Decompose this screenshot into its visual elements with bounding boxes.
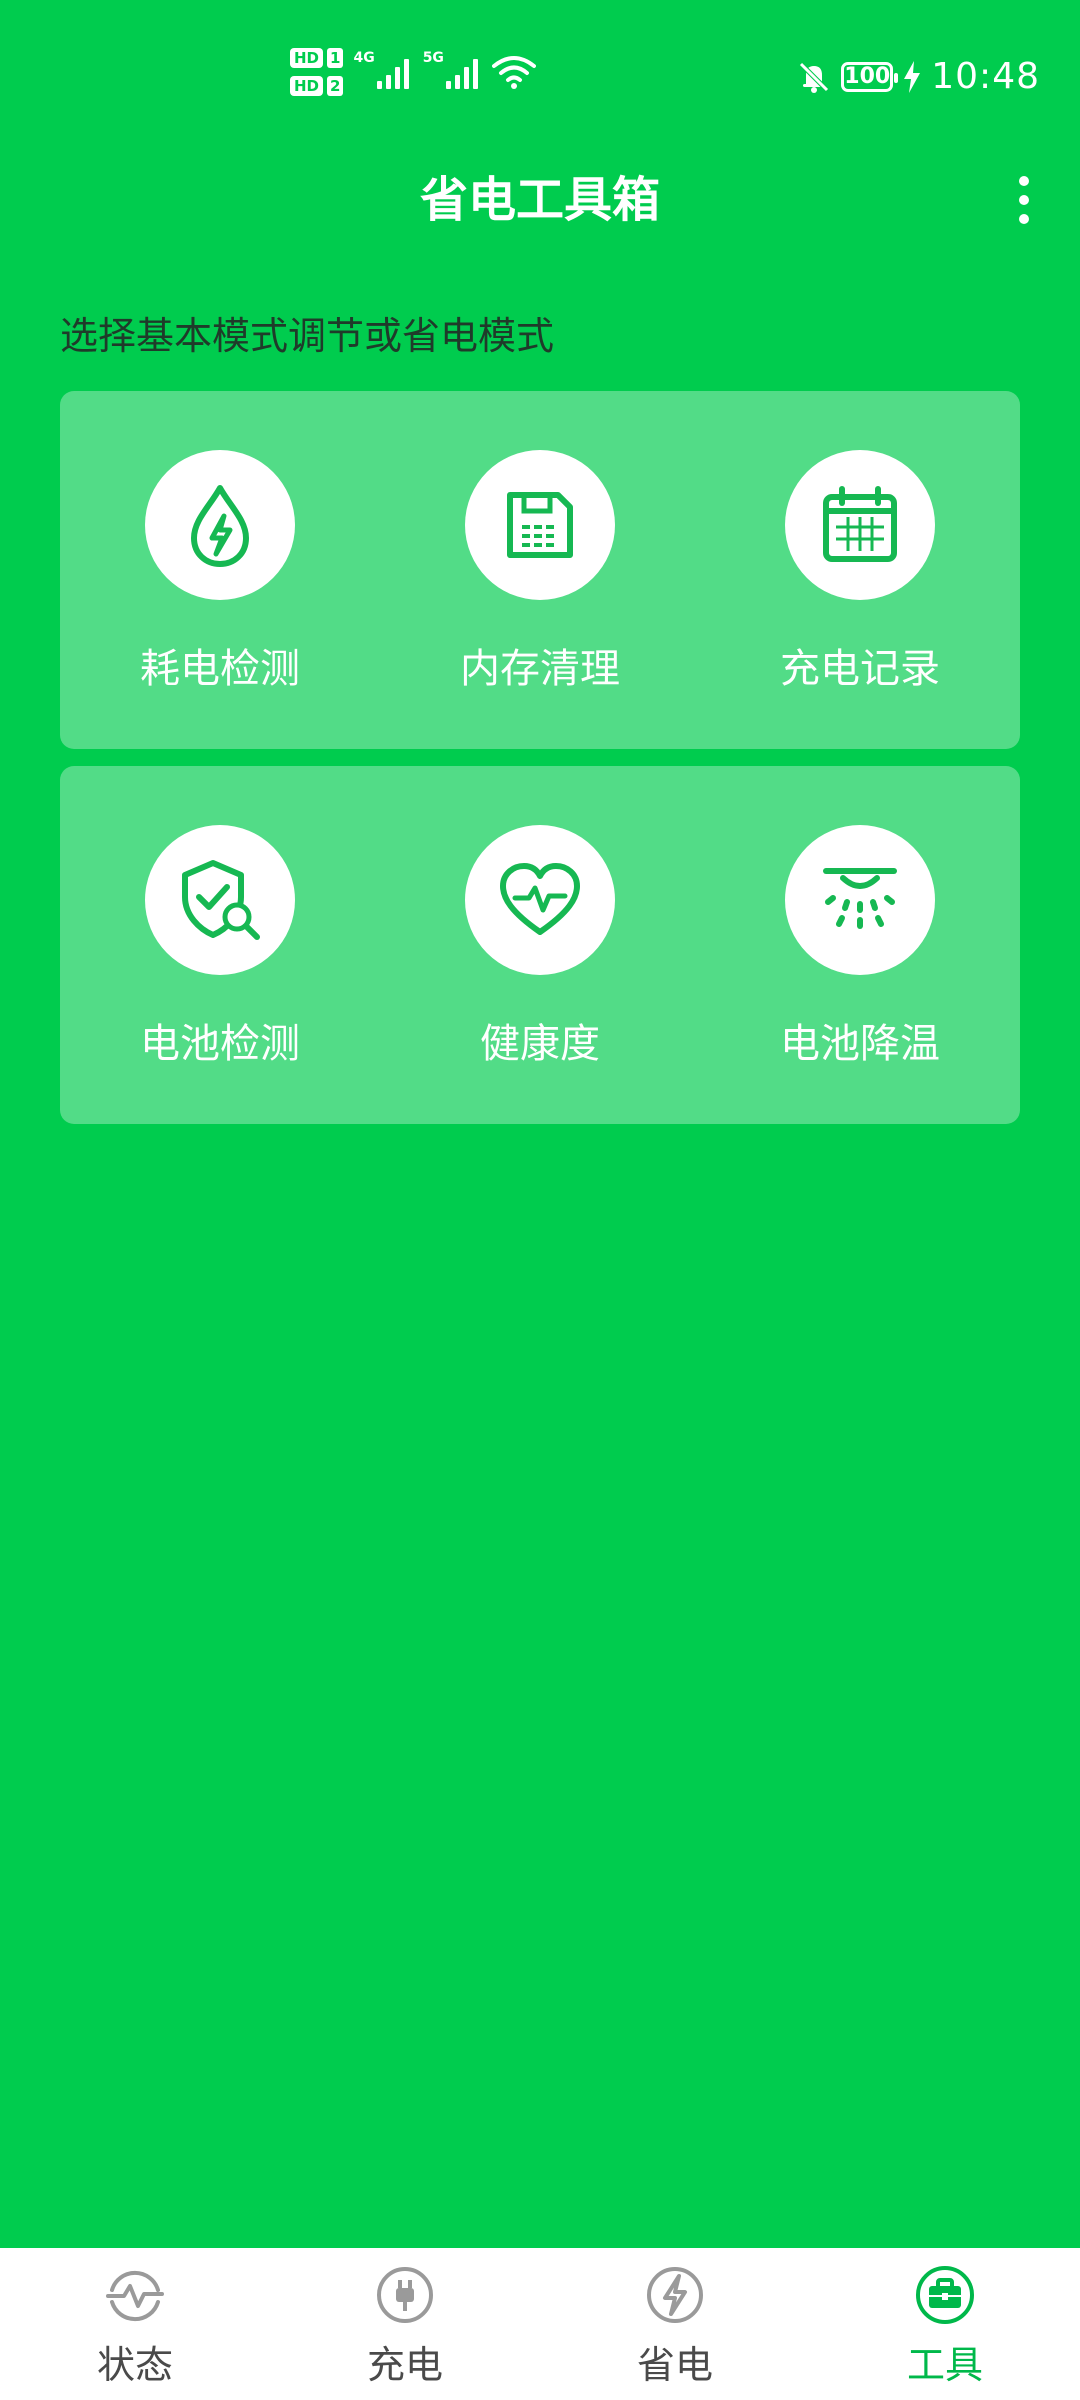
tool-label: 内存清理	[460, 646, 620, 692]
tool-label: 健康度	[480, 1021, 600, 1067]
nav-item-power-saving[interactable]: 省电	[540, 2248, 810, 2400]
tool-card-row-2: 电池检测 健康度 电池降温	[60, 766, 1020, 1124]
tool-label: 电池降温	[780, 1021, 940, 1067]
battery-icon: 100	[841, 61, 899, 92]
nav-item-charge[interactable]: 充电	[270, 2248, 540, 2400]
tool-label: 电池检测	[140, 1021, 300, 1067]
pulse-icon	[104, 2264, 166, 2326]
page-title: 省电工具箱	[419, 172, 660, 228]
tool-card-row-1: 耗电检测 内存清理 充电记录	[60, 391, 1020, 749]
toolbox-icon	[914, 2264, 976, 2326]
status-bar: HD 1 HD 2 4G 5G 100 10:48	[0, 0, 1080, 160]
dot	[1019, 214, 1029, 224]
system-status: 100 10:48	[797, 56, 1040, 97]
network-status: HD 1 HD 2 4G 5G	[290, 48, 536, 96]
tool-power-consumption-check[interactable]: 耗电检测	[60, 391, 380, 749]
network-type: 4G	[353, 50, 375, 66]
more-options-button[interactable]	[1002, 170, 1046, 230]
nav-item-status[interactable]: 状态	[0, 2248, 270, 2400]
plug-icon	[374, 2264, 436, 2326]
wifi-icon	[491, 56, 536, 89]
tool-memory-cleanup[interactable]: 内存清理	[380, 391, 700, 749]
hd-badge: HD	[290, 76, 324, 96]
tool-health[interactable]: 健康度	[380, 766, 700, 1124]
battery-level: 100	[844, 64, 891, 89]
calendar-icon	[785, 450, 935, 600]
clock: 10:48	[931, 56, 1040, 97]
tool-charging-history[interactable]: 充电记录	[700, 391, 1020, 749]
mute-bell-icon	[799, 61, 830, 93]
network-type: 5G	[422, 50, 444, 66]
signal-icon	[445, 55, 478, 89]
shield-search-icon	[145, 825, 295, 975]
sim-number: 2	[327, 76, 344, 96]
dot	[1019, 176, 1029, 186]
dot	[1019, 195, 1029, 205]
charging-bolt-icon	[904, 60, 921, 93]
nav-label: 工具	[906, 2343, 983, 2387]
hd-badge: HD	[290, 48, 324, 68]
power-drop-icon	[145, 450, 295, 600]
tool-battery-cooling[interactable]: 电池降温	[700, 766, 1020, 1124]
nav-item-tools[interactable]: 工具	[810, 2248, 1080, 2400]
bolt-icon	[644, 2264, 706, 2326]
section-subtitle: 选择基本模式调节或省电模式	[60, 314, 555, 358]
tool-battery-check[interactable]: 电池检测	[60, 766, 380, 1124]
nav-label: 状态	[96, 2343, 173, 2387]
cooling-lamp-icon	[785, 825, 935, 975]
nav-label: 充电	[366, 2343, 443, 2387]
bottom-navigation: 状态 充电 省电 工具	[0, 2248, 1080, 2400]
tool-label: 耗电检测	[140, 646, 300, 692]
signal-icon	[376, 55, 409, 89]
nav-label: 省电	[636, 2343, 713, 2387]
tool-label: 充电记录	[780, 646, 940, 692]
floppy-disk-icon	[465, 450, 615, 600]
sim-number: 1	[327, 48, 344, 68]
heart-pulse-icon	[465, 825, 615, 975]
